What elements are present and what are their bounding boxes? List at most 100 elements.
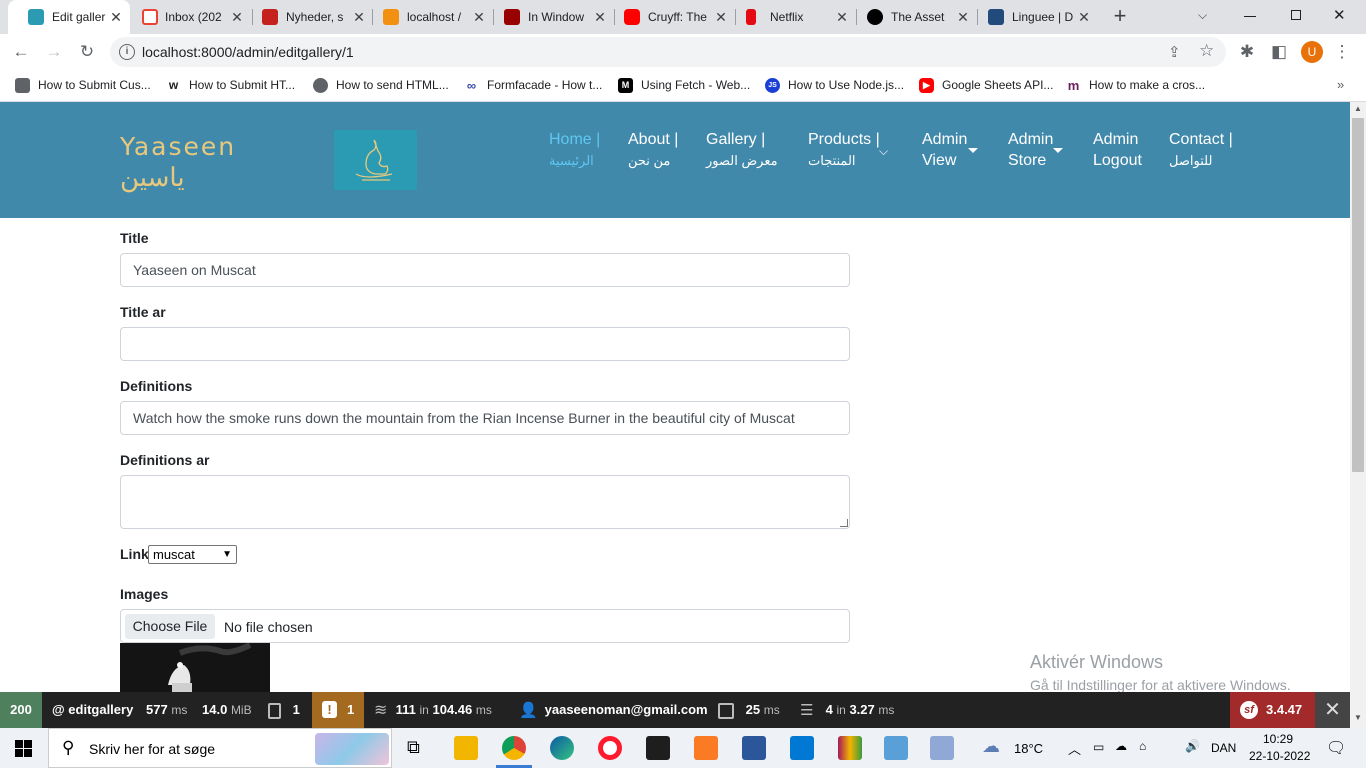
warnings-panel[interactable]: ! 1 (312, 692, 364, 728)
caret-down-icon[interactable] (1053, 148, 1063, 153)
link-select[interactable]: muscat ▼ (148, 545, 237, 564)
tab-phpmyadmin[interactable]: localhost / ✕ (372, 0, 493, 34)
chevron-down-icon[interactable]: ⌵ (879, 144, 888, 159)
more-bookmarks-icon[interactable]: » (1337, 77, 1344, 92)
close-icon[interactable]: ✕ (592, 9, 608, 25)
nav-admin-view[interactable]: Admin View (922, 130, 967, 171)
tab-search-icon[interactable]: ⌵ (1198, 8, 1207, 23)
logs-panel[interactable]: 1 (268, 692, 300, 728)
scroll-up-icon[interactable]: ▲ (1354, 104, 1362, 113)
tab-nyheder[interactable]: Nyheder, s ✕ (252, 0, 373, 34)
language-indicator[interactable]: DAN (1211, 741, 1236, 755)
nav-products[interactable]: Products | المنتجات (808, 130, 880, 171)
edge-icon[interactable] (550, 736, 574, 760)
nav-admin-store[interactable]: Admin Store (1008, 130, 1053, 171)
battery-icon[interactable]: ▭ (1093, 740, 1104, 754)
close-toolbar-icon[interactable]: ✕ (1315, 692, 1350, 728)
tab-gmail[interactable]: Inbox (202 ✕ (130, 0, 251, 34)
menu-icon[interactable]: ⋮ (1331, 41, 1353, 63)
scrollbar-thumb[interactable] (1352, 118, 1364, 472)
network-icon[interactable]: ⌂ (1139, 739, 1146, 753)
bookmark-star-icon[interactable]: ☆ (1199, 41, 1214, 61)
tab-edit-gallery[interactable]: Edit galler ✕ (8, 0, 130, 34)
status-code-badge[interactable]: 200 (0, 692, 42, 728)
task-view-icon[interactable]: ⧉ (407, 737, 420, 758)
nav-contact[interactable]: Contact | للتواصل (1169, 130, 1233, 171)
close-icon[interactable]: ✕ (471, 9, 487, 25)
nav-admin-logout[interactable]: Admin Logout (1093, 130, 1142, 171)
tab-youtube[interactable]: Cruyff: The ✕ (614, 0, 735, 34)
symfony-version[interactable]: sf 3.4.47 (1230, 692, 1315, 728)
volume-icon[interactable]: 🔊 (1185, 739, 1200, 753)
forward-icon[interactable]: → (43, 41, 65, 63)
xampp-icon[interactable] (694, 736, 718, 760)
site-info-icon[interactable]: i (119, 44, 135, 60)
window-close-icon[interactable]: ✕ (1333, 6, 1346, 24)
close-icon[interactable]: ✕ (834, 9, 850, 25)
site-logo[interactable] (334, 130, 417, 190)
resize-handle-icon[interactable] (840, 519, 848, 527)
control-panel-icon[interactable] (884, 736, 908, 760)
close-icon[interactable]: ✕ (229, 9, 245, 25)
winrar-icon[interactable] (838, 736, 862, 760)
images-file-input[interactable]: No file chosen (120, 609, 850, 643)
profile-avatar[interactable]: U (1301, 41, 1323, 63)
bookmark-label: How to Use Node.js... (788, 78, 905, 92)
chevron-down-icon: ▼ (222, 549, 232, 560)
nav-about[interactable]: About | من نحن (628, 130, 678, 171)
tab-linguee[interactable]: Linguee | D ✕ (977, 0, 1098, 34)
new-tab-button[interactable]: + (1109, 5, 1131, 27)
clock-date[interactable]: 22-10-2022 (1249, 749, 1310, 763)
terminal-icon[interactable] (646, 736, 670, 760)
definitions-input[interactable] (120, 401, 850, 435)
close-icon[interactable]: ✕ (955, 9, 971, 25)
clock-time[interactable]: 10:29 (1263, 732, 1293, 746)
extensions-icon[interactable]: ✱ (1236, 41, 1258, 63)
nav-home[interactable]: Home | الرئيسية (549, 130, 600, 171)
show-hidden-icons-icon[interactable]: ︿ (1068, 739, 1081, 758)
chrome-icon[interactable] (502, 736, 526, 760)
reload-icon[interactable]: ↻ (76, 41, 98, 63)
caret-down-icon[interactable] (968, 148, 978, 153)
nav-gallery[interactable]: Gallery | معرض الصور (706, 130, 778, 171)
choose-file-button[interactable]: Choose File (125, 614, 215, 639)
windows-start-icon[interactable] (15, 740, 32, 757)
definitions-ar-textarea[interactable] (120, 475, 850, 529)
tab-asset[interactable]: The Asset ✕ (856, 0, 977, 34)
title-ar-input[interactable] (120, 327, 850, 361)
title-input[interactable] (120, 253, 850, 287)
database-panel[interactable]: ≋ 111 in 104.46 ms (374, 692, 492, 728)
weather-cloud-icon[interactable]: ☁ (982, 736, 1000, 757)
onedrive-icon[interactable]: ☁ (1115, 739, 1127, 753)
taskbar-search[interactable]: ⚲ Skriv her for at søge (48, 728, 392, 768)
minimize-icon[interactable] (1244, 16, 1256, 17)
opera-icon[interactable] (598, 736, 622, 760)
close-icon[interactable]: ✕ (351, 9, 367, 25)
notepad-icon[interactable] (930, 736, 954, 760)
file-explorer-icon[interactable] (454, 736, 478, 760)
close-icon[interactable]: ✕ (713, 9, 729, 25)
memory-usage[interactable]: 14.0 MiB (202, 692, 252, 728)
side-panel-icon[interactable]: ◧ (1268, 41, 1290, 63)
cache-panel[interactable]: ☰ 4 in 3.27 ms (800, 692, 894, 728)
tab-netflix[interactable]: Netflix ✕ (735, 0, 856, 34)
scroll-down-icon[interactable]: ▼ (1354, 713, 1362, 722)
restore-icon[interactable] (1291, 10, 1301, 20)
vscode-icon[interactable] (790, 736, 814, 760)
share-icon[interactable]: ⇪ (1168, 43, 1181, 61)
back-icon[interactable]: ← (10, 41, 32, 63)
brand-name[interactable]: Yaaseen (120, 132, 236, 161)
notifications-icon[interactable]: 🗨 (1326, 738, 1346, 758)
security-panel[interactable]: 👤 yaaseenoman@gmail.com (519, 692, 708, 728)
twig-panel[interactable]: 25 ms (718, 692, 780, 728)
close-icon[interactable]: ✕ (1076, 9, 1092, 25)
tab-in-window[interactable]: In Window ✕ (493, 0, 614, 34)
request-time[interactable]: 577 ms (146, 692, 187, 728)
brand-name-arabic[interactable]: ياسين (120, 162, 185, 193)
weather-temp[interactable]: 18°C (1014, 741, 1043, 756)
close-icon[interactable]: ✕ (108, 9, 124, 25)
route-name[interactable]: @ editgallery (52, 692, 133, 728)
word-icon[interactable] (742, 736, 766, 760)
address-bar[interactable]: i localhost:8000/admin/editgallery/1 ⇪ ☆ (110, 37, 1226, 67)
url-text: localhost:8000/admin/editgallery/1 (142, 44, 354, 60)
